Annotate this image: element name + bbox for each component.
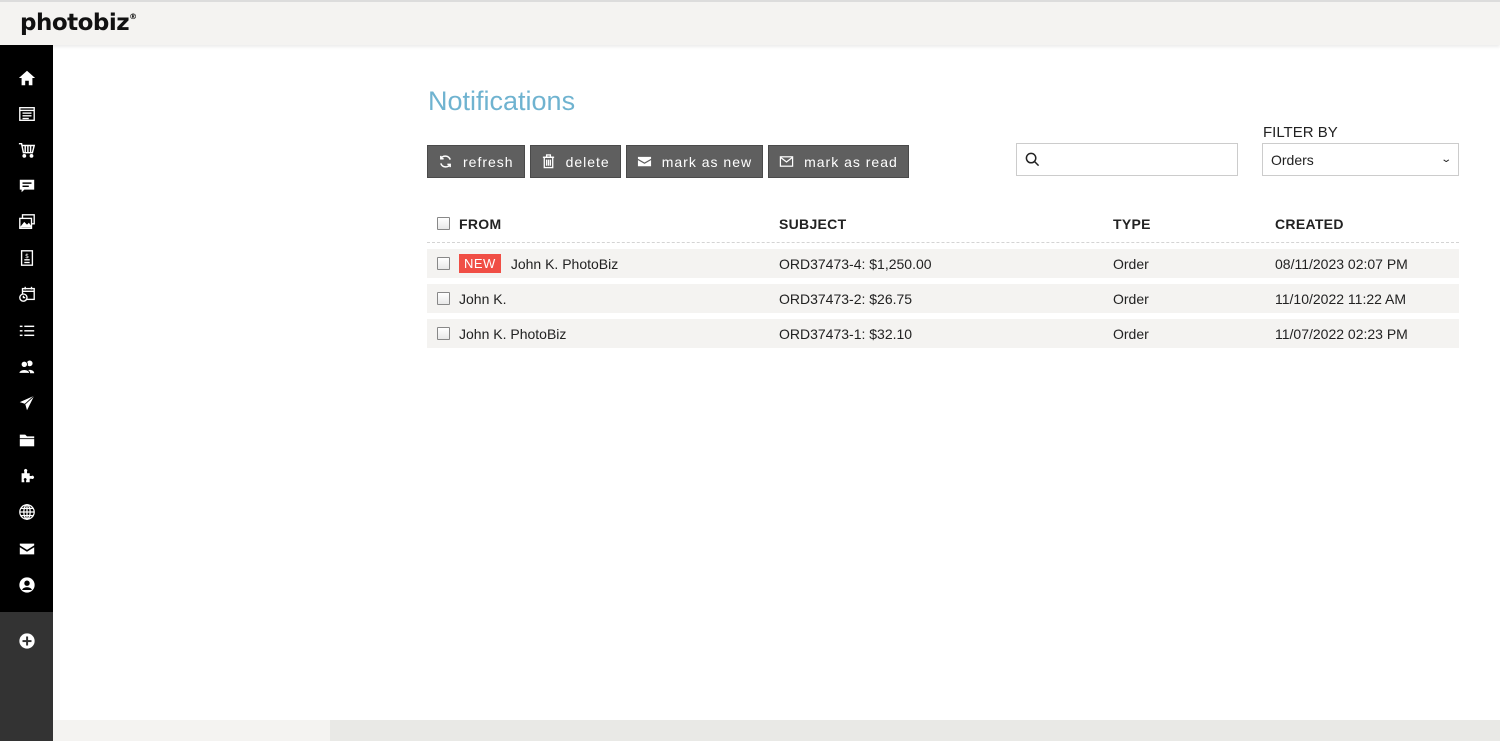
row-checkbox[interactable] [436,327,450,340]
sidebar-lower-section [0,612,53,741]
folder-icon[interactable] [16,430,37,450]
column-header-created[interactable]: CREATED [1275,216,1459,232]
column-header-from[interactable]: FROM [459,216,779,232]
invoice-icon[interactable]: $ [16,248,37,268]
envelope-icon[interactable] [16,539,37,559]
chevron-down-icon: ⌄ [1439,154,1452,165]
refresh-button[interactable]: refresh [427,145,525,178]
images-icon[interactable] [16,212,37,232]
mark-as-new-button[interactable]: mark as new [625,145,764,178]
footer-right-panel [330,720,1500,741]
mark-as-read-label: mark as read [804,153,898,170]
mark-as-read-button[interactable]: mark as read [768,145,909,178]
globe-icon[interactable] [16,502,37,522]
row-type: Order [1113,325,1149,342]
filter-by-select[interactable]: Orders ⌄ [1262,143,1459,176]
row-from: John K. PhotoBiz [459,325,567,342]
calendar-clock-icon[interactable] [16,284,37,304]
row-type: Order [1113,255,1149,272]
home-icon[interactable] [16,68,37,88]
puzzle-icon[interactable] [16,466,37,486]
chat-bubble-icon[interactable] [16,176,37,196]
row-from: John K. PhotoBiz [510,255,619,272]
row-created: 11/07/2022 02:23 PM [1275,325,1408,342]
search-input[interactable] [1046,151,1237,168]
filter-selected-value: Orders [1271,151,1314,168]
notifications-table: FROM SUBJECT TYPE CREATED NEW John K. Ph… [427,205,1459,348]
browser-window-icon[interactable] [16,104,37,124]
svg-text:$: $ [24,253,28,260]
row-subject[interactable]: ORD37473-4: $1,250.00 [779,256,1113,272]
users-icon[interactable] [16,357,37,377]
table-row[interactable]: John K. ORD37473-2: $26.75 Order 11/10/2… [427,284,1459,313]
select-all-checkbox[interactable] [436,217,450,230]
column-header-type[interactable]: TYPE [1113,216,1275,232]
trash-icon [542,154,554,169]
search-icon [1025,152,1040,167]
table-row[interactable]: NEW John K. PhotoBiz ORD37473-4: $1,250.… [427,249,1459,278]
column-header-subject[interactable]: SUBJECT [779,216,1113,232]
search-box[interactable] [1016,143,1238,176]
new-badge: NEW [459,254,501,273]
filter-by-label: FILTER BY [1263,124,1338,141]
table-header: FROM SUBJECT TYPE CREATED [427,205,1459,243]
footer-left-panel [53,720,330,741]
logo-text: photobiz [20,10,130,36]
row-subject[interactable]: ORD37473-2: $26.75 [779,291,1113,307]
row-checkbox[interactable] [436,292,450,305]
refresh-label: refresh [463,153,514,170]
page-title: Notifications [428,86,576,116]
list-icon[interactable] [16,321,37,341]
logo-registered-mark: ® [129,12,137,21]
paper-plane-icon[interactable] [16,393,37,413]
mark-as-new-label: mark as new [661,153,753,170]
row-checkbox[interactable] [436,257,450,270]
photobiz-logo[interactable]: photobiz® [20,10,137,36]
top-bar: photobiz® [0,0,1500,45]
plus-circle-icon[interactable] [16,631,37,651]
row-subject[interactable]: ORD37473-1: $32.10 [779,326,1113,342]
refresh-icon [440,155,451,168]
table-row[interactable]: John K. PhotoBiz ORD37473-1: $32.10 Orde… [427,319,1459,348]
delete-button[interactable]: delete [529,145,621,178]
envelope-outline-icon [779,156,794,167]
sidebar: $ [0,45,53,741]
delete-label: delete [565,153,610,170]
row-created: 08/11/2023 02:07 PM [1275,255,1408,272]
row-created: 11/10/2022 11:22 AM [1275,290,1407,307]
row-from: John K. [459,290,507,307]
envelope-closed-icon [637,156,651,167]
user-circle-icon[interactable] [16,575,37,595]
row-type: Order [1113,290,1149,307]
shopping-cart-icon[interactable] [16,140,37,160]
action-toolbar: refresh delete mark as new mark as read [427,145,909,178]
